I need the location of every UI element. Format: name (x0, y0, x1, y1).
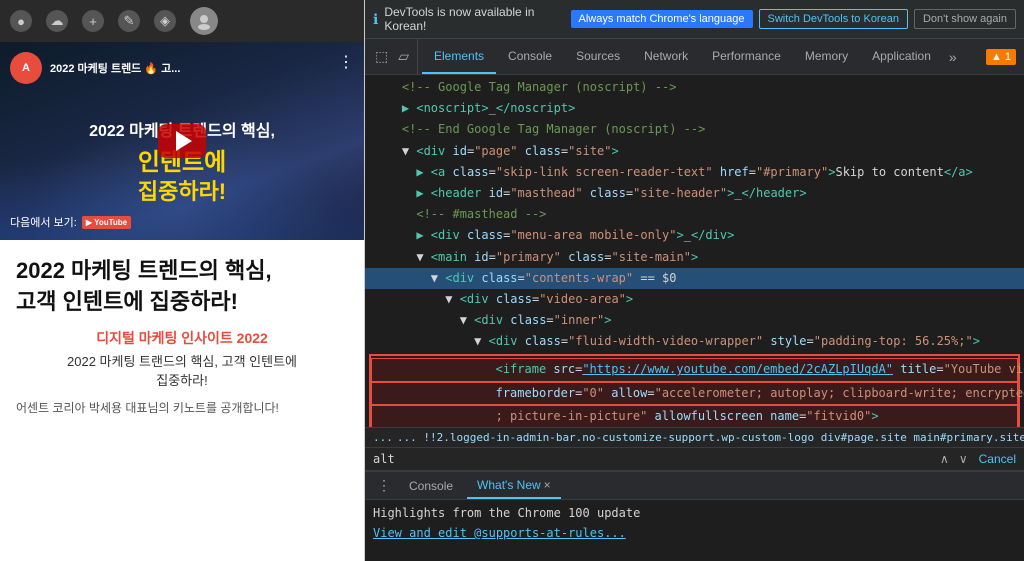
breadcrumb-path: ... !!2.logged-in-admin-bar.no-customize… (397, 431, 1024, 444)
warning-badge: ▲ 1 (986, 49, 1016, 65)
yt-watch-row: 다음에서 보기: ▶ YouTube (10, 214, 131, 230)
bottom-panel: ⋮ Console What's New × Highlights from t… (365, 471, 1024, 561)
youtube-icon: ▶ YouTube (82, 216, 131, 229)
headline-line1: 2022 마케팅 트렌드의 핵심, (16, 258, 272, 283)
info-icon: ℹ (373, 11, 378, 28)
browser-icon-3[interactable]: + (82, 10, 104, 32)
website-content: A 2022 마케팅 트렌드 🔥 고... ⋮ 2022 마케팅 트렌드의 핵심… (0, 42, 364, 561)
html-line: ▼ <div class="video-area"> (365, 289, 1024, 310)
info-text: DevTools is now available in Korean! (384, 5, 564, 33)
properties-row: alt ∧ ∨ Cancel (365, 448, 1024, 471)
highlights-text: Highlights from the Chrome 100 update (373, 506, 1016, 520)
devtools-panel: ℹ DevTools is now available in Korean! A… (365, 0, 1024, 561)
web-note: 어센트 코리아 박세용 대표님의 키노트를 공개합니다! (16, 399, 348, 416)
youtube-embed: A 2022 마케팅 트렌드 🔥 고... ⋮ 2022 마케팅 트렌드의 핵심… (0, 42, 364, 240)
bottom-link[interactable]: View and edit @supports-at-rules... (373, 526, 626, 540)
devtools-tab-icons: ⬚ ▱ (367, 39, 418, 74)
tab-console-bottom[interactable]: Console (399, 472, 463, 499)
web-headline: 2022 마케팅 트렌드의 핵심, 고객 인텐트에 집중하라! (16, 256, 348, 318)
html-line: ▼ <div class="inner"> (365, 310, 1024, 331)
website-panel: ● ☁ + ✎ ◈ A 2022 마케팅 트렌드 🔥 고... ⋮ 2022 마… (0, 0, 365, 561)
tab-elements[interactable]: Elements (422, 39, 496, 74)
cursor-icon[interactable]: ⬚ (371, 48, 392, 65)
yt-logo-row: A 2022 마케팅 트렌드 🔥 고... (10, 52, 180, 84)
html-line: ▼ <main id="primary" class="site-main"> (365, 247, 1024, 268)
yt-channel-title: 2022 마케팅 트렌드 🔥 고... (50, 60, 180, 76)
html-line: ▶ <header id="masthead" class="site-head… (365, 183, 1024, 204)
prop-arrows: ∧ ∨ (937, 452, 971, 466)
prop-arrow-down[interactable]: ∨ (956, 452, 971, 466)
elements-panel[interactable]: <!-- Google Tag Manager (noscript) --> ▶… (365, 75, 1024, 427)
html-line: ▼ <div class="fluid-width-video-wrapper"… (365, 331, 1024, 352)
browser-bar: ● ☁ + ✎ ◈ (0, 0, 364, 42)
dismiss-button[interactable]: Don't show again (914, 9, 1016, 29)
yt-text-line3: 집중하라! (10, 178, 354, 207)
tab-sources[interactable]: Sources (564, 39, 632, 74)
tab-console[interactable]: Console (496, 39, 564, 74)
sub-text-line1: 2022 마케팅 트랜드의 핵심, 고객 인텐트에 (67, 354, 297, 369)
more-tabs-button[interactable]: » (943, 49, 963, 65)
iframe-line-2: frameborder="0" allow="accelerometer; au… (371, 382, 1018, 405)
iframe-line-1: <iframe src="https://www.youtube.com/emb… (371, 358, 1018, 381)
browser-icon-2[interactable]: ☁ (46, 10, 68, 32)
prop-cancel[interactable]: Cancel (979, 452, 1016, 466)
yt-play-button[interactable] (158, 124, 206, 158)
html-line: <!-- Google Tag Manager (noscript) --> (365, 77, 1024, 98)
web-sub-red: 디지털 마케팅 인사이트 2022 (16, 328, 348, 348)
watch-label: 다음에서 보기: (10, 214, 77, 230)
bottom-tab-dots[interactable]: ⋮ (373, 477, 395, 494)
sub-text-line2: 집중하라! (156, 373, 207, 388)
prop-label: alt (373, 452, 395, 466)
prop-arrow-up[interactable]: ∧ (937, 452, 952, 466)
phone-icon[interactable]: ▱ (394, 48, 413, 65)
browser-icon-5[interactable]: ◈ (154, 10, 176, 32)
web-text-content: 2022 마케팅 트렌드의 핵심, 고객 인텐트에 집중하라! 디지털 마케팅 … (0, 240, 364, 432)
browser-icon-4[interactable]: ✎ (118, 10, 140, 32)
tab-memory[interactable]: Memory (793, 39, 860, 74)
html-line: ▼ <div id="page" class="site"> (365, 141, 1024, 162)
tab-network[interactable]: Network (632, 39, 700, 74)
ascent-logo: A (10, 52, 42, 84)
tab-whats-new[interactable]: What's New × (467, 472, 561, 499)
switch-devtools-button[interactable]: Switch DevTools to Korean (759, 9, 908, 29)
match-language-button[interactable]: Always match Chrome's language (571, 10, 753, 28)
html-line: <!-- #masthead --> (365, 204, 1024, 225)
html-line: ▶ <a class="skip-link screen-reader-text… (365, 162, 1024, 183)
tab-application[interactable]: Application (860, 39, 943, 74)
browser-icon-1[interactable]: ● (10, 10, 32, 32)
whats-new-close[interactable]: × (544, 478, 551, 492)
html-line: ▶ <div class="menu-area mobile-only">_</… (365, 225, 1024, 246)
avatar-icon[interactable] (190, 7, 218, 35)
bottom-tabs: ⋮ Console What's New × (365, 472, 1024, 500)
web-sub-text: 2022 마케팅 트랜드의 핵심, 고객 인텐트에 집중하라! (16, 352, 348, 391)
devtools-info-bar: ℹ DevTools is now available in Korean! A… (365, 0, 1024, 39)
yt-more-button[interactable]: ⋮ (338, 52, 354, 72)
tab-performance[interactable]: Performance (700, 39, 793, 74)
breadcrumb-dots: ... (373, 431, 393, 444)
devtools-tabs: ⬚ ▱ Elements Console Sources Network Per… (365, 39, 1024, 75)
iframe-line-3: ; picture-in-picture" allowfullscreen na… (371, 405, 1018, 427)
html-line: ▶ <noscript>_</noscript> (365, 98, 1024, 119)
breadcrumb-bar: ... ... !!2.logged-in-admin-bar.no-custo… (365, 427, 1024, 448)
bottom-link-row: View and edit @supports-at-rules... (373, 526, 1016, 540)
html-line: <!-- End Google Tag Manager (noscript) -… (365, 119, 1024, 140)
iframe-highlight-block: <iframe src="https://www.youtube.com/emb… (369, 354, 1020, 427)
html-line-selected: ▼ <div class="contents-wrap" == $0 (365, 268, 1024, 289)
web-sub-section: 디지털 마케팅 인사이트 2022 2022 마케팅 트랜드의 핵심, 고객 인… (16, 328, 348, 391)
headline-line2: 고객 인텐트에 집중하라! (16, 289, 238, 314)
bottom-content: Highlights from the Chrome 100 update Vi… (365, 500, 1024, 546)
